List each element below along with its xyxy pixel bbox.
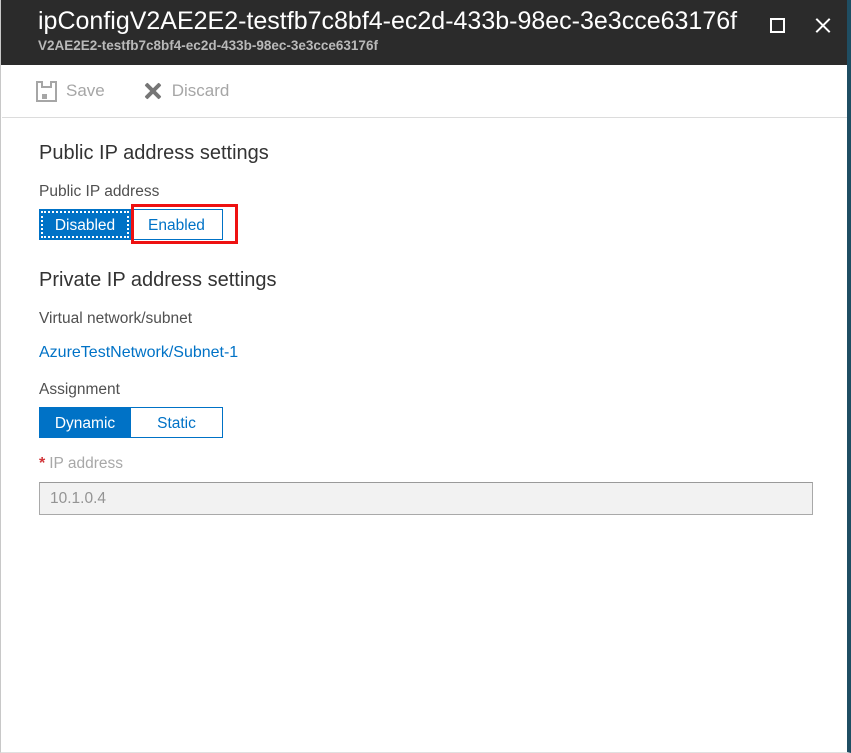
discard-x-icon [143,81,163,101]
close-blade-button[interactable] [808,10,838,40]
page-title: ipConfigV2AE2E2-testfb7c8bf4-ec2d-433b-9… [38,7,738,35]
private-ip-section-heading: Private IP address settings [39,269,277,291]
save-button-label: Save [66,81,105,100]
assignment-toggle-group: Dynamic Static [39,407,223,438]
ip-address-label: IP address [49,455,124,472]
public-ip-option-enabled[interactable]: Enabled [131,209,223,240]
discard-button-label: Discard [171,81,230,100]
assignment-option-static[interactable]: Static [131,407,223,438]
blade-header-actions [762,10,838,40]
public-ip-option-disabled[interactable]: Disabled [39,209,131,240]
save-button[interactable]: Save [36,77,113,106]
restore-window-icon [769,17,785,33]
blade-header-titles: ipConfigV2AE2E2-testfb7c8bf4-ec2d-433b-9… [38,4,772,55]
ip-configuration-blade: ipConfigV2AE2E2-testfb7c8bf4-ec2d-433b-9… [0,0,851,753]
blade-header: ipConfigV2AE2E2-testfb7c8bf4-ec2d-433b-9… [1,0,847,65]
public-ip-toggle-row: Disabled Enabled [39,204,847,244]
restore-window-button[interactable] [762,10,792,40]
discard-button[interactable]: Discard [143,77,238,105]
save-floppy-icon [36,80,57,102]
required-field-asterisk: * [39,455,46,472]
virtual-network-subnet-label: Virtual network/subnet [39,310,193,327]
ip-address-input[interactable] [39,482,813,515]
public-ip-toggle-group: Disabled Enabled [39,204,238,244]
close-icon [813,15,833,35]
public-ip-address-label: Public IP address [39,183,160,200]
public-ip-section-heading: Public IP address settings [39,142,269,164]
blade-content: Public IP address settings Public IP add… [1,118,847,752]
assignment-label: Assignment [39,381,120,398]
virtual-network-subnet-link[interactable]: AzureTestNetwork/Subnet-1 [39,342,238,364]
assignment-toggle-row: Dynamic Static [39,407,847,438]
ip-address-label-row: * IP address [39,454,847,474]
command-bar: Save Discard [2,65,847,118]
page-subtitle: V2AE2E2-testfb7c8bf4-ec2d-433b-98ec-3e3c… [38,38,378,53]
assignment-option-dynamic[interactable]: Dynamic [39,407,131,438]
